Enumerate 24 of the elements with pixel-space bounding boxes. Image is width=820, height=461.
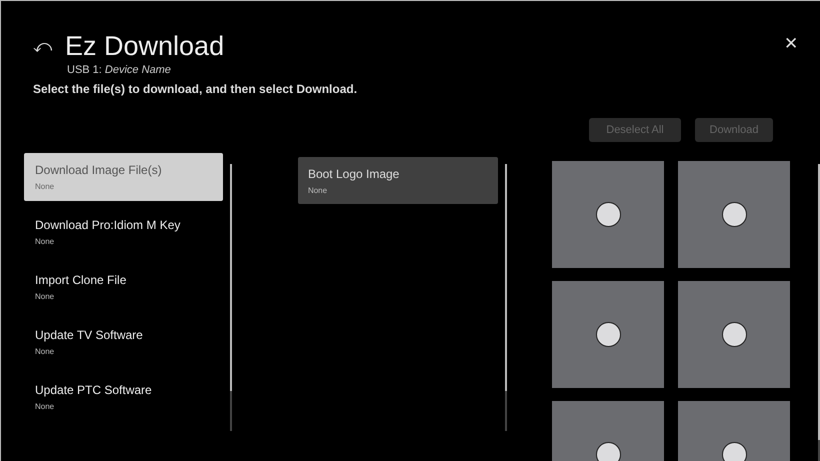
image-tile[interactable] <box>678 281 790 388</box>
select-checkbox[interactable] <box>722 202 746 227</box>
category-item[interactable]: Import Clone File None <box>24 263 223 311</box>
select-checkbox[interactable] <box>722 322 746 347</box>
close-button[interactable]: ✕ <box>784 33 798 54</box>
scrollbar[interactable] <box>504 164 507 431</box>
instruction-text: Select the file(s) to download, and then select Download. <box>33 82 358 96</box>
device-label: USB 1: Device Name <box>67 64 172 76</box>
back-button[interactable]: ⤺ <box>33 36 51 57</box>
category-item[interactable]: Download Pro:Idiom M Key None <box>24 208 223 256</box>
image-tile[interactable] <box>552 161 664 268</box>
category-item[interactable]: Update TV Software None <box>24 318 223 366</box>
scrollbar[interactable] <box>230 164 232 431</box>
image-tile[interactable] <box>552 281 664 388</box>
select-checkbox[interactable] <box>596 322 620 347</box>
select-checkbox[interactable] <box>596 202 620 227</box>
select-checkbox[interactable] <box>722 442 746 461</box>
page-title: Ez Download <box>65 31 224 62</box>
category-item[interactable]: Update PTC Software None <box>24 373 223 421</box>
image-tile[interactable] <box>678 161 790 268</box>
scrollbar[interactable] <box>818 164 820 461</box>
file-item[interactable]: Boot Logo Image None <box>298 157 498 204</box>
category-item[interactable]: Download Image File(s) None <box>24 153 223 201</box>
select-checkbox[interactable] <box>596 442 620 461</box>
